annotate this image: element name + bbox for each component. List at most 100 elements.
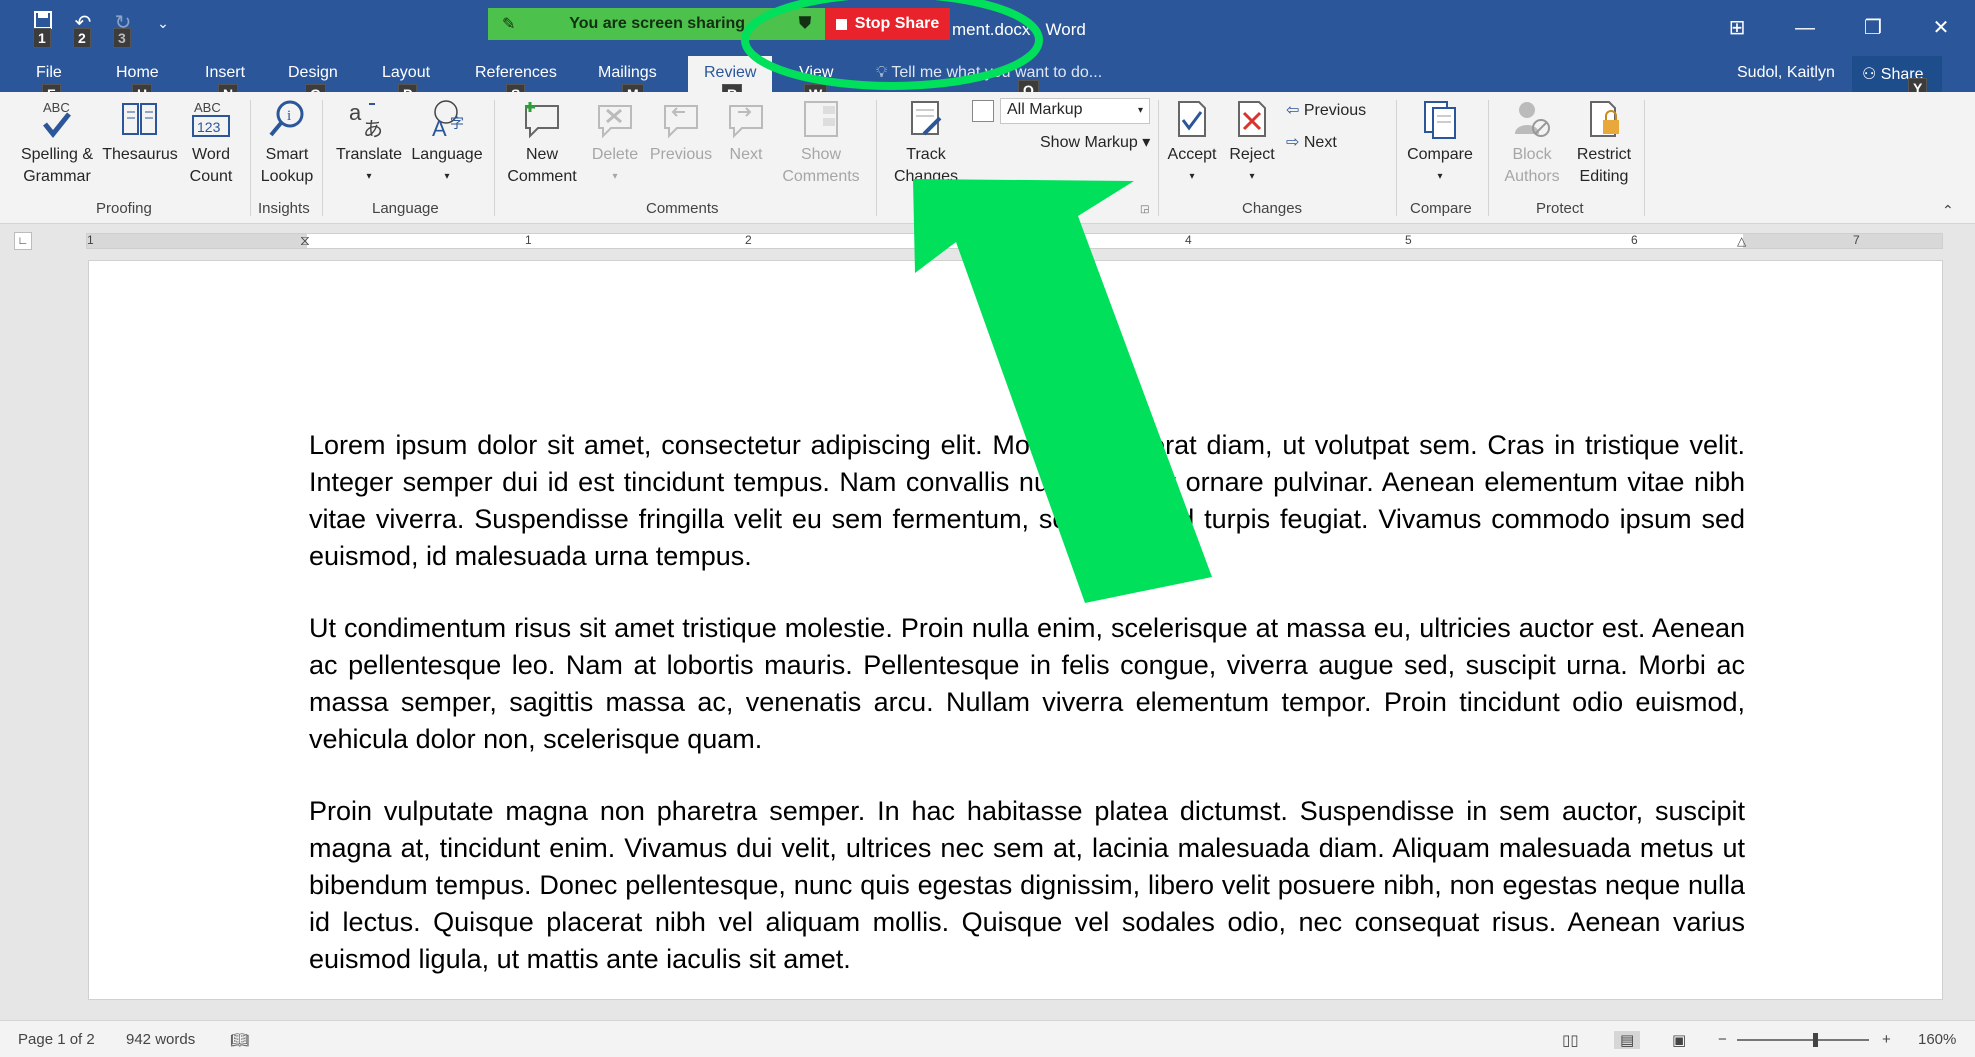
tab-label: Design [288, 64, 338, 81]
dropdown-arrow-icon: ▾ [366, 171, 372, 182]
label: Changes [893, 168, 959, 185]
minimize-icon[interactable]: — [1771, 0, 1839, 56]
next-comment-button[interactable]: Next [720, 98, 772, 166]
label: Compare [1407, 146, 1473, 163]
ribbon-display-options-icon[interactable]: ⊞ [1703, 0, 1771, 56]
word-count-icon: ABC 123 [192, 100, 230, 137]
zoom-slider[interactable] [1737, 1033, 1869, 1047]
sharing-status-text: You are screen sharing [569, 15, 746, 32]
show-markup-label: Show Markup [1040, 134, 1138, 151]
right-indent-marker-icon[interactable]: △ [1737, 234, 1746, 248]
print-layout-icon[interactable]: ▤ [1614, 1031, 1641, 1049]
svg-text:a: a [349, 100, 362, 125]
previous-change-icon: ⇦ [1286, 102, 1300, 119]
tracking-dialog-launcher-icon[interactable]: ◲ [1140, 204, 1149, 215]
collapse-ribbon-icon[interactable]: ⌃ [1942, 202, 1954, 219]
redo-icon[interactable]: ↻ 3 [110, 10, 136, 48]
dropdown-arrow-icon: ▾ [444, 171, 450, 182]
translate-button[interactable]: aあ Translate ▾ [332, 98, 406, 188]
stop-share-button[interactable]: Stop Share [825, 8, 950, 40]
group-label-language: Language [372, 200, 439, 217]
undo-icon[interactable]: ↶ 2 [70, 10, 96, 48]
window-title: ment.docx - Word [952, 20, 1086, 39]
word-count[interactable]: 942 words [126, 1031, 195, 1048]
indent-marker-icon[interactable]: ⧖ [300, 232, 310, 249]
paragraph[interactable]: Lorem ipsum dolor sit amet, consectetur … [309, 427, 1745, 575]
document-page[interactable]: Lorem ipsum dolor sit amet, consectetur … [88, 260, 1943, 1000]
tab-mailings[interactable]: Mailings [598, 64, 657, 82]
tab-selector-icon[interactable]: ∟ [14, 232, 32, 250]
paragraph[interactable]: Proin vulputate magna non pharetra sempe… [309, 793, 1745, 978]
next-change-button[interactable]: ⇨ Next [1286, 132, 1337, 154]
label: Word [192, 146, 230, 163]
ruler-number: 1 [525, 233, 532, 247]
read-mode-icon[interactable]: ▯▯ [1562, 1031, 1579, 1049]
block-authors-button[interactable]: Block Authors [1494, 98, 1570, 188]
pin-icon[interactable]: ✎ [502, 14, 515, 34]
quick-access-toolbar: 1 ↶ 2 ↻ 3 ⌄ [30, 10, 176, 48]
word-count-button[interactable]: ABC 123 Word Count [184, 98, 238, 188]
zoom-slider-thumb[interactable] [1813, 1033, 1818, 1047]
group-label-proofing: Proofing [96, 200, 152, 217]
markup-dropdown[interactable]: All Markup ▾ [1000, 98, 1150, 124]
tab-layout[interactable]: Layout [382, 64, 430, 82]
show-markup-button[interactable]: Show Markup ▾ [1040, 132, 1150, 152]
reject-button[interactable]: Reject ▾ [1224, 98, 1280, 188]
accept-icon [1178, 101, 1206, 137]
person-icon: ⚇ [1862, 66, 1877, 83]
tab-design[interactable]: Design [288, 64, 338, 82]
language-button[interactable]: A字 Language ▾ [408, 98, 486, 188]
track-changes-button[interactable]: Track Changes [884, 98, 968, 188]
dropdown-arrow-icon: ▾ [1437, 171, 1443, 182]
label: Editing [1579, 168, 1629, 185]
tell-me-search[interactable]: 💡︎ Tell me what you want to do... [876, 64, 1102, 82]
new-comment-icon [525, 102, 559, 139]
track-changes-icon [911, 101, 942, 136]
tab-home[interactable]: Home [116, 64, 159, 82]
proofing-status-icon[interactable]: 📖︎ [230, 1031, 249, 1049]
share-button[interactable]: ⚇ Share [1852, 56, 1942, 92]
group-separator [322, 100, 323, 216]
status-bar: Page 1 of 2 942 words 📖︎ ▯▯ ▤ ▣ − + 160% [0, 1020, 1975, 1057]
page-count[interactable]: Page 1 of 2 [18, 1031, 95, 1048]
customize-qat-icon[interactable]: ⌄ [150, 10, 176, 36]
label: Next [1303, 134, 1337, 151]
document-body[interactable]: Lorem ipsum dolor sit amet, consectetur … [309, 427, 1745, 999]
tab-insert[interactable]: Insert [205, 64, 245, 82]
close-icon[interactable]: ✕ [1907, 0, 1975, 56]
paragraph[interactable]: Ut condimentum risus sit amet tristique … [309, 610, 1745, 758]
group-label-changes: Changes [1242, 200, 1303, 217]
compare-button[interactable]: Compare ▾ [1402, 98, 1478, 188]
horizontal-ruler[interactable]: 1 1 2 3 4 5 6 7 ⧖ △ [86, 232, 1943, 249]
previous-comment-button[interactable]: Previous [646, 98, 716, 166]
zoom-in-icon[interactable]: + [1882, 1031, 1891, 1048]
restore-icon[interactable]: ❐ [1839, 0, 1907, 56]
label: New [525, 146, 558, 163]
tab-view[interactable]: View [799, 64, 833, 82]
spelling-grammar-button[interactable]: ABC Spelling & Grammar [14, 98, 100, 188]
stop-icon [835, 18, 847, 30]
zoom-out-icon[interactable]: − [1718, 1031, 1727, 1048]
display-for-review-icon[interactable] [972, 100, 994, 122]
thesaurus-button[interactable]: Thesaurus [100, 98, 180, 166]
web-layout-icon[interactable]: ▣ [1672, 1031, 1686, 1049]
new-comment-button[interactable]: New Comment [500, 98, 584, 188]
smart-lookup-button[interactable]: i Smart Lookup [256, 98, 318, 188]
tab-label: Home [116, 64, 159, 81]
ruler-number: 6 [1631, 233, 1638, 247]
zoom-level[interactable]: 160% [1918, 1031, 1956, 1048]
show-comments-icon [804, 101, 838, 137]
save-icon[interactable]: 1 [30, 10, 56, 48]
accept-button[interactable]: Accept ▾ [1164, 98, 1220, 188]
previous-change-button[interactable]: ⇦ Previous [1286, 100, 1366, 122]
user-name[interactable]: Sudol, Kaitlyn [1737, 64, 1835, 82]
tab-references[interactable]: References [475, 64, 557, 82]
svg-text:字: 字 [450, 116, 464, 132]
language-icon: A字 [432, 100, 464, 140]
delete-comment-button[interactable]: Delete ▾ [588, 98, 642, 188]
tab-file[interactable]: File [36, 64, 62, 82]
restrict-editing-button[interactable]: Restrict Editing [1572, 98, 1636, 188]
show-comments-button[interactable]: Show Comments [776, 98, 866, 188]
ruler-right-margin [1743, 234, 1942, 248]
group-label-comments: Comments [646, 200, 719, 217]
